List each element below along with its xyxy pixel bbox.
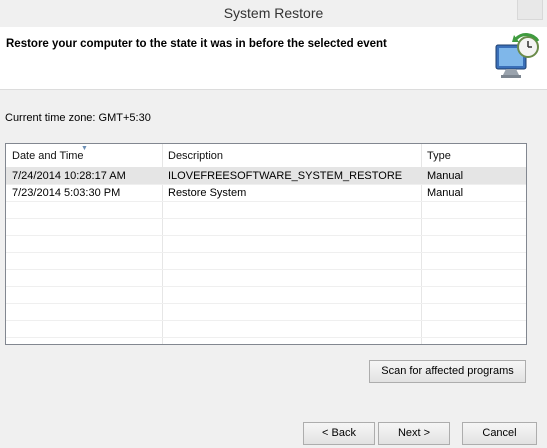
sort-indicator-icon: ▼ (81, 145, 88, 152)
column-header-date[interactable]: Date and Time (12, 150, 84, 162)
row-date: 7/23/2014 5:03:30 PM (12, 187, 121, 199)
table-row[interactable]: 7/24/2014 10:28:17 AM ILOVEFREESOFTWARE_… (6, 168, 526, 185)
current-timezone: Current time zone: GMT+5:30 (5, 112, 151, 124)
empty-row (6, 287, 526, 304)
scan-affected-programs-button[interactable]: Scan for affected programs (369, 360, 526, 383)
table-header: Date and Time ▼ Description Type (6, 144, 526, 168)
header-title: Restore your computer to the state it wa… (6, 38, 387, 50)
row-date: 7/24/2014 10:28:17 AM (12, 170, 126, 182)
cancel-button[interactable]: Cancel (462, 422, 537, 445)
back-button[interactable]: < Back (303, 422, 375, 445)
window-title: System Restore (223, 5, 324, 21)
wizard-header: Restore your computer to the state it wa… (0, 27, 547, 90)
table-row[interactable]: 7/23/2014 5:03:30 PM Restore System Manu… (6, 185, 526, 202)
column-header-type[interactable]: Type (427, 150, 451, 162)
row-type: Manual (427, 187, 464, 199)
empty-row (6, 253, 526, 270)
title-bar: System Restore (0, 0, 547, 27)
empty-row (6, 270, 526, 287)
empty-row (6, 236, 526, 253)
row-description: Restore System (168, 187, 247, 199)
restore-points-list[interactable]: Date and Time ▼ Description Type 7/24/20… (5, 143, 527, 345)
empty-row (6, 304, 526, 321)
empty-row (6, 219, 526, 236)
close-button[interactable] (517, 0, 543, 20)
empty-row (6, 202, 526, 219)
row-description: ILOVEFREESOFTWARE_SYSTEM_RESTORE (168, 170, 403, 182)
column-header-description[interactable]: Description (168, 150, 223, 162)
system-restore-icon (495, 33, 540, 78)
next-button[interactable]: Next > (378, 422, 450, 445)
empty-row (6, 321, 526, 338)
row-type: Manual (427, 170, 464, 182)
